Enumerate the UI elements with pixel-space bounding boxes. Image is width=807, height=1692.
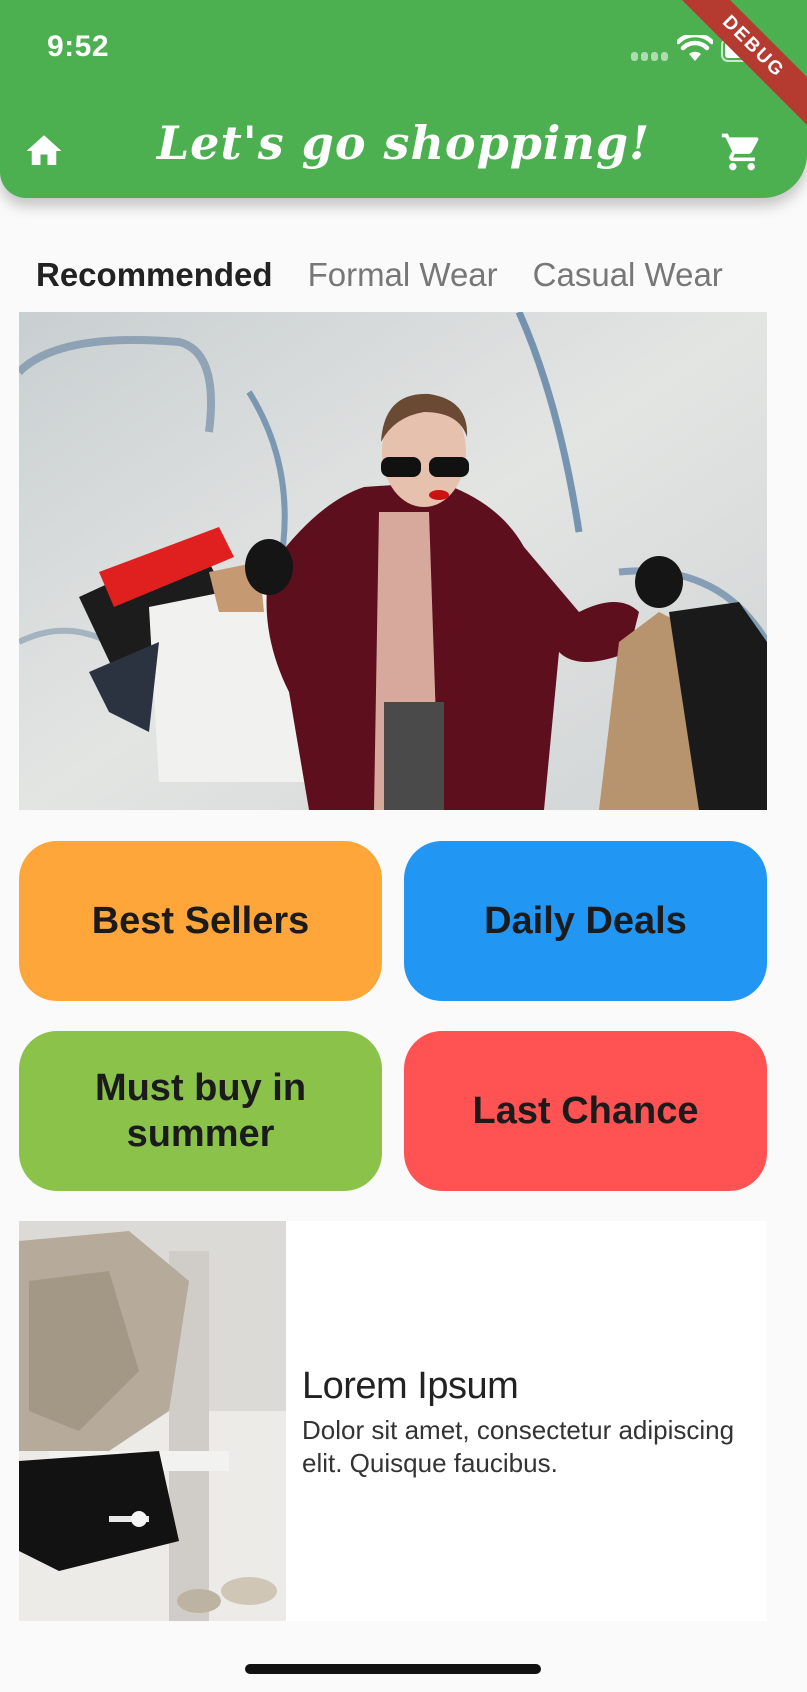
hero-image[interactable] [19, 312, 767, 810]
home-indicator[interactable] [245, 1664, 541, 1674]
cart-icon[interactable] [718, 130, 766, 174]
product-title: Lorem Ipsum [302, 1365, 519, 1407]
product-description: Dolor sit amet, consectetur adipiscing e… [302, 1415, 735, 1478]
cellular-signal-icon [631, 52, 669, 62]
tab-casual-wear[interactable]: Casual Wear [533, 256, 723, 296]
debug-banner: DEBUG [670, 0, 807, 130]
daily-deals-label: Daily Deals [484, 900, 687, 942]
last-chance-label: Last Chance [472, 1090, 699, 1132]
product-card[interactable]: Lorem Ipsum Dolor sit amet, consectetur … [19, 1221, 767, 1621]
product-text: Lorem Ipsum Dolor sit amet, consectetur … [302, 1365, 752, 1480]
must-buy-in-summer-label: Must buy in summer [94, 1067, 307, 1155]
daily-deals-button[interactable]: Daily Deals [404, 841, 767, 1001]
best-sellers-label: Best Sellers [91, 900, 310, 942]
category-tabs: Recommended Formal Wear Casual Wear [36, 256, 758, 296]
must-buy-in-summer-button[interactable]: Must buy in summer [19, 1031, 382, 1191]
tab-recommended[interactable]: Recommended [36, 256, 273, 296]
app-bar: 9:52 Let's go shopping! DEBUG [0, 0, 807, 198]
last-chance-button[interactable]: Last Chance [404, 1031, 767, 1191]
best-sellers-button[interactable]: Best Sellers [19, 841, 382, 1001]
wifi-icon [677, 35, 713, 61]
tab-formal-wear[interactable]: Formal Wear [308, 256, 498, 296]
product-image [19, 1221, 286, 1621]
status-time: 9:52 [47, 30, 110, 63]
app-title: Let's go shopping! [156, 116, 651, 170]
